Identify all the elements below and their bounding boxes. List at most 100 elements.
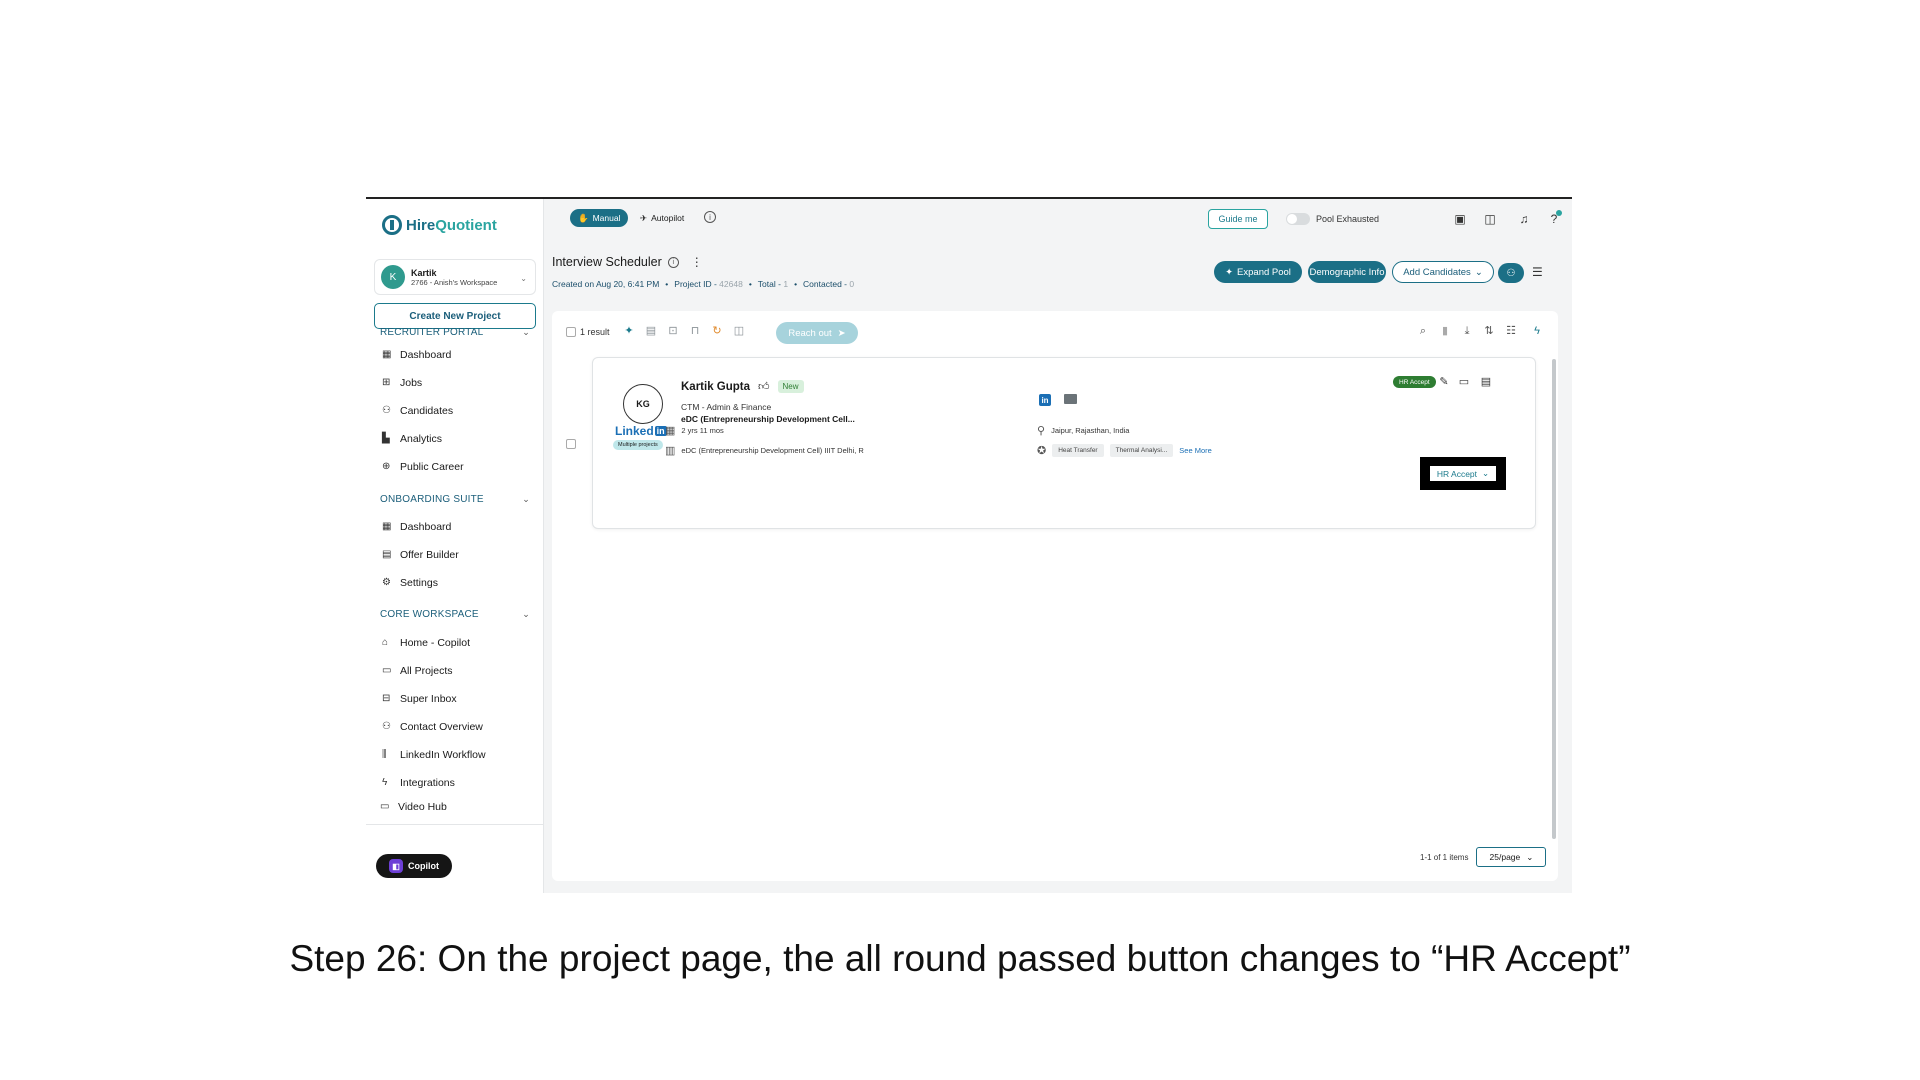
sidebar-item-label: LinkedIn Workflow bbox=[400, 749, 486, 761]
filter-icon[interactable]: ☷ bbox=[1504, 324, 1518, 338]
bell-icon[interactable]: ♫ bbox=[1516, 211, 1532, 227]
create-new-project-button[interactable]: Create New Project bbox=[374, 303, 536, 329]
sidebar-item-settings[interactable]: ⚙ Settings bbox=[382, 577, 438, 589]
export-icon[interactable]: ⊡ bbox=[666, 324, 680, 338]
status-badge: New bbox=[777, 380, 804, 393]
section-recruiter-portal[interactable]: RECRUITER PORTAL ⌄ bbox=[380, 327, 530, 338]
list-settings-icon[interactable]: ☰ bbox=[1532, 265, 1543, 279]
skill-tag: Thermal Analysi... bbox=[1109, 444, 1174, 457]
autopilot-mode-toggle[interactable]: ✈ Autopilot bbox=[640, 209, 684, 227]
delete-icon[interactable]: ▮ bbox=[1438, 324, 1452, 338]
document-icon[interactable]: ▤ bbox=[1479, 375, 1493, 389]
sidebar-item-label: Super Inbox bbox=[400, 693, 457, 705]
edit-icon[interactable]: ✎ bbox=[1437, 375, 1451, 389]
ai-sparkle-icon[interactable]: ✦ bbox=[622, 324, 636, 338]
reach-out-button[interactable]: Reach out ➤ bbox=[776, 322, 858, 344]
lock-icon[interactable]: ⊓ bbox=[688, 324, 702, 338]
candidate-org: eDC (Entrepreneurship Development Cell..… bbox=[681, 414, 855, 424]
stage-select-value: HR Accept bbox=[1436, 468, 1478, 479]
manual-mode-toggle[interactable]: ✋ Manual bbox=[570, 209, 629, 227]
schedule-icon[interactable]: ◫ bbox=[1482, 211, 1498, 227]
select-all[interactable]: 1 result bbox=[566, 327, 610, 337]
workspace-switcher[interactable]: K Kartik 2766 - Anish's Workspace ⌄ bbox=[374, 259, 536, 295]
sidebar-item-linkedin-workflow[interactable]: ⫼ LinkedIn Workflow bbox=[382, 749, 486, 761]
page-size-select[interactable]: 25/page ⌄ bbox=[1476, 847, 1547, 867]
download-icon[interactable]: ⤓ bbox=[1460, 324, 1474, 338]
copilot-label: Copilot bbox=[408, 861, 439, 871]
lightning-icon[interactable]: ϟ bbox=[1530, 324, 1544, 338]
contacts-icon: ⚇ bbox=[382, 721, 391, 732]
team-button[interactable]: ⚇ bbox=[1498, 263, 1524, 283]
sidebar-item-public-career[interactable]: ⊕ Public Career bbox=[382, 461, 464, 473]
briefcase-icon: ▦ bbox=[665, 425, 676, 437]
move-folder-icon[interactable]: ▭ bbox=[1457, 375, 1471, 389]
home-icon: ⌂ bbox=[382, 637, 389, 648]
sidebar-item-contact-overview[interactable]: ⚇ Contact Overview bbox=[382, 721, 483, 733]
search-icon[interactable]: ⌕ bbox=[1416, 324, 1430, 338]
stage-select[interactable]: HR Accept ⌄ bbox=[1430, 466, 1496, 481]
sidebar-item-label: Offer Builder bbox=[400, 549, 459, 561]
dashboard-icon: ▦ bbox=[382, 349, 392, 360]
calendar-icon[interactable]: ▣ bbox=[1452, 211, 1468, 227]
chevron-down-icon: ⌄ bbox=[1482, 468, 1490, 478]
sidebar-item-jobs[interactable]: ⊞ Jobs bbox=[382, 377, 422, 389]
linkedin-icon[interactable]: in bbox=[1039, 394, 1051, 406]
section-core-workspace[interactable]: CORE WORKSPACE ⌄ bbox=[380, 609, 530, 620]
thumbs-up-icon[interactable]: 👍︎ bbox=[758, 380, 770, 393]
location-line: ⚲ Jaipur, Rajasthan, India bbox=[1037, 424, 1129, 437]
project-meta: Created on Aug 20, 6:41 PM • Project ID … bbox=[552, 279, 855, 289]
dashboard-icon: ▦ bbox=[382, 521, 392, 532]
candidate-name[interactable]: Kartik Gupta bbox=[681, 381, 750, 393]
sidebar-item-super-inbox[interactable]: ⊟ Super Inbox bbox=[382, 693, 457, 705]
copilot-button[interactable]: ◧ Copilot bbox=[376, 854, 452, 878]
more-options-icon[interactable]: ⋮ bbox=[691, 255, 703, 269]
linkedin-logo: Linked in bbox=[615, 424, 667, 438]
demographic-info-button[interactable]: Demographic Info bbox=[1308, 261, 1386, 283]
education-line: ▥ eDC (Entrepreneurship Development Cell)… bbox=[665, 444, 864, 457]
sidebar-item-offer-builder[interactable]: ▤ Offer Builder bbox=[382, 549, 459, 561]
info-icon[interactable]: i bbox=[667, 256, 679, 268]
expand-pool-button[interactable]: ✦ Expand Pool bbox=[1214, 261, 1302, 283]
sidebar-item-home-copilot[interactable]: ⌂ Home - Copilot bbox=[382, 637, 470, 649]
brand-name-part1: Hire bbox=[406, 216, 436, 234]
candidate-role: CTM - Admin & Finance bbox=[681, 402, 772, 412]
brand-name-part2: Quotient bbox=[435, 216, 497, 234]
experience: 2 yrs 11 mos bbox=[681, 426, 724, 435]
sync-icon[interactable]: ↻ bbox=[710, 324, 724, 338]
sidebar-item-onboarding-dashboard[interactable]: ▦ Dashboard bbox=[382, 521, 451, 533]
sidebar-item-dashboard[interactable]: ▦ Dashboard bbox=[382, 349, 451, 361]
sidebar-item-label: Public Career bbox=[400, 461, 464, 473]
candidate-avatar: KG bbox=[623, 384, 663, 424]
sidebar-item-label: All Projects bbox=[400, 665, 453, 677]
sidebar-item-candidates[interactable]: ⚇ Candidates bbox=[382, 405, 453, 417]
schedule-icon[interactable]: ◫ bbox=[732, 324, 746, 338]
info-icon[interactable]: i bbox=[704, 211, 716, 223]
send-icon: ➤ bbox=[837, 327, 846, 339]
note-icon[interactable]: ▤ bbox=[644, 324, 658, 338]
guide-me-button[interactable]: Guide me bbox=[1208, 209, 1268, 229]
row-checkbox[interactable] bbox=[566, 439, 576, 449]
sort-icon[interactable]: ⇅ bbox=[1482, 324, 1496, 338]
pool-exhausted-toggle[interactable] bbox=[1286, 213, 1310, 225]
add-candidates-button[interactable]: Add Candidates ⌄ bbox=[1392, 261, 1494, 283]
sidebar-item-integrations[interactable]: ϟ Integrations bbox=[382, 777, 455, 789]
help-icon[interactable]: ? bbox=[1546, 211, 1562, 227]
sidebar-item-all-projects[interactable]: ▭ All Projects bbox=[382, 665, 453, 677]
select-all-checkbox[interactable] bbox=[566, 327, 576, 337]
inbox-icon: ⊟ bbox=[382, 693, 391, 704]
stage-badge: HR Accept bbox=[1393, 376, 1436, 388]
scrollbar[interactable] bbox=[1552, 359, 1556, 839]
sparkle-icon: ✦ bbox=[1225, 266, 1234, 278]
chevron-down-icon: ⌄ bbox=[522, 494, 530, 504]
created-value: Aug 20, 6:41 PM bbox=[595, 279, 660, 289]
see-more-link[interactable]: See More bbox=[1179, 446, 1212, 455]
mail-icon[interactable] bbox=[1064, 394, 1077, 404]
section-onboarding-suite[interactable]: ONBOARDING SUITE ⌄ bbox=[380, 494, 530, 505]
sidebar-item-label: Contact Overview bbox=[400, 721, 483, 733]
sidebar-item-video-hub[interactable]: ▭ Video Hub bbox=[380, 801, 447, 813]
candidate-card[interactable]: KG Linked in Multiple projects Kartik Gup… bbox=[592, 357, 1536, 529]
workspace-name: 2766 - Anish's Workspace bbox=[411, 277, 498, 287]
sidebar-item-analytics[interactable]: ▙ Analytics bbox=[382, 433, 442, 445]
candidate-name-row: Kartik Gupta 👍︎ New bbox=[681, 380, 804, 393]
brand-logo[interactable]: HireQuotient bbox=[382, 215, 497, 235]
